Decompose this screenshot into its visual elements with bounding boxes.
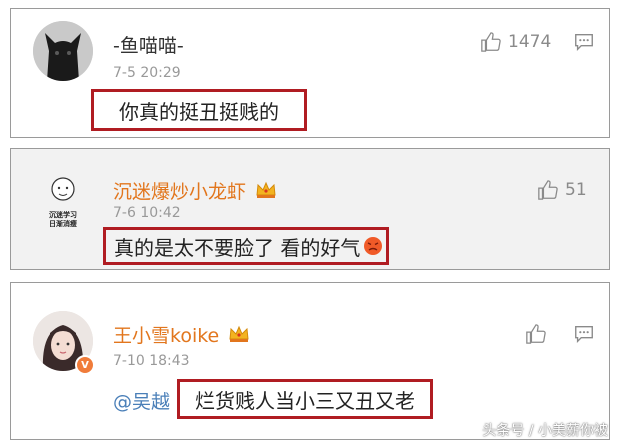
thumbs-up-icon <box>526 324 546 344</box>
verified-badge-icon: V <box>75 355 95 375</box>
like-button[interactable]: 51 <box>537 179 587 201</box>
username-text: 沉迷爆炒小龙虾 <box>113 181 247 203</box>
username-text: 王小雪koike <box>113 325 220 347</box>
reply-button[interactable] <box>573 323 595 349</box>
black-cat-icon <box>33 21 93 81</box>
username[interactable]: 王小雪koike <box>113 321 250 348</box>
like-count: 51 <box>565 180 587 200</box>
comment-card-3: V 王小雪koike 7-10 18:43 @吴越 烂货贱人当小三又丑又老 <box>10 282 610 440</box>
like-button[interactable]: 1474 <box>480 31 551 53</box>
like-count: 1474 <box>508 32 552 52</box>
timestamp: 7-6 10:42 <box>113 205 181 221</box>
vip-crown-icon <box>228 325 250 348</box>
comment-text: 真的是太不要脸了 看的好气 <box>103 227 389 265</box>
vip-crown-icon <box>255 181 277 204</box>
like-button[interactable] <box>525 323 553 345</box>
comment-card-1: -鱼喵喵- 7-5 20:29 你真的挺丑挺贱的 1474 <box>10 8 610 138</box>
angry-emoji-icon <box>363 236 383 256</box>
avatar[interactable]: 沉迷学习 日渐消瘦 <box>41 175 85 227</box>
comment-icon <box>575 325 593 343</box>
cartoon-face-icon <box>51 177 75 201</box>
username[interactable]: 沉迷爆炒小龙虾 <box>113 177 277 204</box>
comment-icon <box>575 33 593 51</box>
timestamp: 7-10 18:43 <box>113 353 190 369</box>
comment-text-content: 真的是太不要脸了 看的好气 <box>114 235 361 260</box>
username[interactable]: -鱼喵喵- <box>113 31 184 58</box>
avatar[interactable] <box>33 21 93 81</box>
comment-card-2: 沉迷学习 日渐消瘦 沉迷爆炒小龙虾 7-6 10:42 真的是太不要脸了 看的好… <box>10 148 610 270</box>
thumbs-up-icon <box>481 32 501 52</box>
timestamp: 7-5 20:29 <box>113 65 181 81</box>
comment-text: 你真的挺丑挺贱的 <box>91 89 307 131</box>
reply-button[interactable] <box>573 31 595 57</box>
watermark: 头条号 / 小美薪你被 <box>482 423 608 439</box>
comment-text: 烂货贱人当小三又丑又老 <box>177 379 433 419</box>
avatar-caption: 沉迷学习 日渐消瘦 <box>49 211 77 227</box>
mention-link[interactable]: @吴越 <box>113 387 170 414</box>
thumbs-up-icon <box>538 180 558 200</box>
